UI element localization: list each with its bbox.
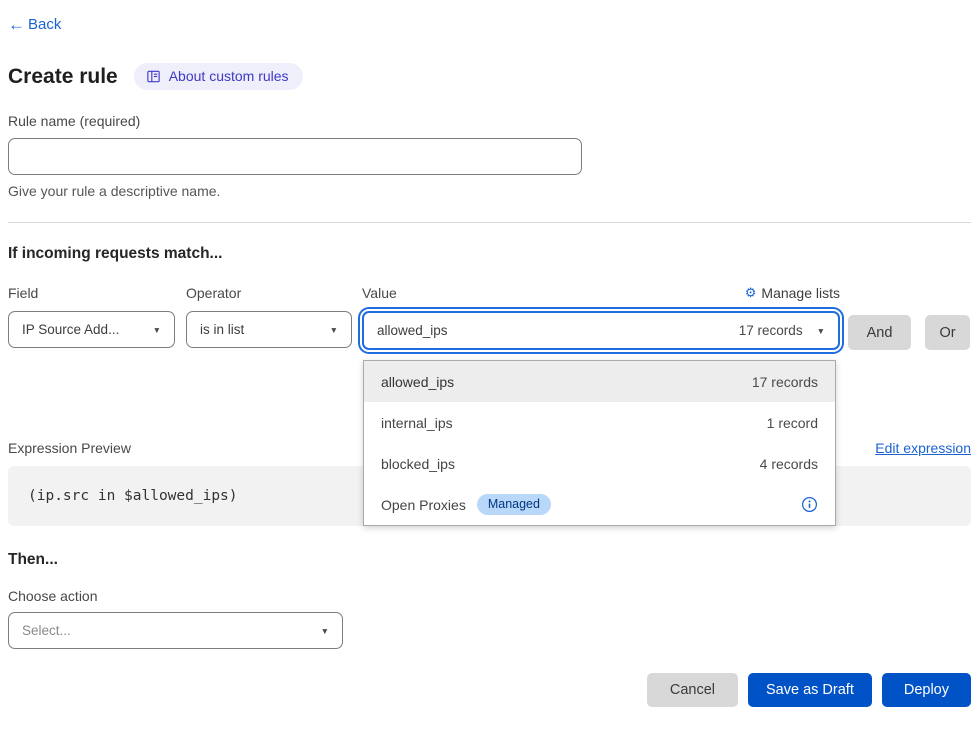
rule-name-label: Rule name (required) [8,113,971,129]
list-item-allowed-ips[interactable]: allowed_ips 17 records [364,361,835,402]
chevron-down-icon: ▼ [321,626,329,636]
andor-buttons: And Or [840,315,970,350]
operator-column: Operator is in list ▼ [186,283,352,348]
choose-action-label: Choose action [8,588,971,604]
back-link[interactable]: ← Back [8,16,61,33]
deploy-button[interactable]: Deploy [882,673,971,707]
cancel-button[interactable]: Cancel [647,673,738,707]
value-column: Value ⚙ Manage lists allowed_ips 17 reco… [362,283,840,350]
value-select-records: 17 records [739,323,803,338]
list-item-internal-ips[interactable]: internal_ips 1 record [364,402,835,443]
action-select-placeholder: Select... [22,623,71,638]
condition-row: Field IP Source Add... ▼ Operator is in … [8,283,971,350]
info-icon[interactable] [801,496,818,513]
book-icon [146,69,161,84]
field-select[interactable]: IP Source Add... ▼ [8,311,175,348]
value-label: Value [362,285,397,301]
field-column: Field IP Source Add... ▼ [8,283,175,348]
action-select[interactable]: Select... ▼ [8,612,343,649]
list-item-name: internal_ips [381,415,453,431]
operator-select[interactable]: is in list ▼ [186,311,352,348]
value-select[interactable]: allowed_ips 17 records ▼ [362,311,840,350]
list-item-name: Open Proxies [381,497,466,513]
gear-icon: ⚙ [745,285,757,301]
field-select-value: IP Source Add... [22,322,119,337]
about-badge-label: About custom rules [169,68,289,84]
value-dropdown-menu: allowed_ips 17 records internal_ips 1 re… [363,360,836,526]
and-button[interactable]: And [848,315,911,350]
field-label: Field [8,285,38,301]
section-divider [8,222,971,223]
save-as-draft-button[interactable]: Save as Draft [748,673,872,707]
value-select-name: allowed_ips [377,323,448,338]
footer-actions: Cancel Save as Draft Deploy [8,673,971,707]
managed-badge: Managed [477,494,551,515]
or-button[interactable]: Or [925,315,970,350]
rule-name-helper: Give your rule a descriptive name. [8,183,971,199]
list-item-name: allowed_ips [381,374,454,390]
manage-lists-label: Manage lists [761,285,840,301]
about-custom-rules-link[interactable]: About custom rules [134,63,303,90]
expression-preview-label: Expression Preview [8,440,131,456]
title-row: Create rule About custom rules [8,63,971,90]
chevron-down-icon: ▼ [330,325,338,335]
list-item-blocked-ips[interactable]: blocked_ips 4 records [364,443,835,484]
edit-expression-link[interactable]: Edit expression [875,440,971,456]
operator-select-value: is in list [200,322,244,337]
back-arrow-icon: ← [8,16,25,33]
match-section-heading: If incoming requests match... [8,245,971,263]
chevron-down-icon: ▼ [153,325,161,335]
rule-name-input[interactable] [8,138,582,175]
operator-label: Operator [186,285,241,301]
list-item-records: 1 record [767,415,818,431]
back-label: Back [28,16,61,33]
list-item-name: blocked_ips [381,456,455,472]
then-section-heading: Then... [8,551,971,569]
list-item-records: 4 records [760,456,818,472]
expression-code: (ip.src in $allowed_ips) [28,488,238,504]
list-item-open-proxies[interactable]: Open Proxies Managed [364,484,835,525]
manage-lists-link[interactable]: ⚙ Manage lists [745,285,840,301]
chevron-down-icon: ▼ [817,326,825,336]
page-title: Create rule [8,65,118,89]
create-rule-page: ← Back Create rule About custom rules Ru… [0,0,979,707]
list-item-records: 17 records [752,374,818,390]
